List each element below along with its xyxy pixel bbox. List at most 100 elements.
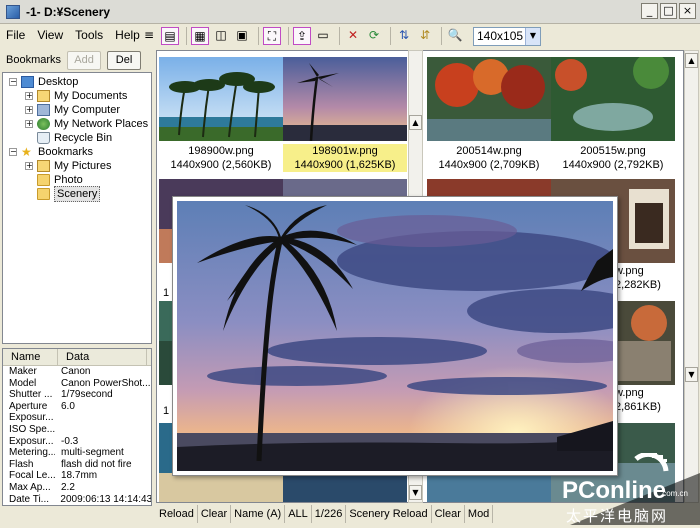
property-value: -0.3	[61, 435, 79, 447]
vertical-scrollbar-right[interactable]: ▲ ▼	[684, 50, 699, 503]
table-row: Max Ap... 2.2	[3, 482, 151, 494]
tree-item-my-computer[interactable]: + My Computer	[25, 103, 120, 117]
thumbnail-image[interactable]	[283, 475, 407, 503]
sort-order-icon[interactable]: ⇵	[416, 27, 434, 45]
table-row: Maker Canon	[3, 366, 151, 378]
status-sort-mode[interactable]: Name (A)	[231, 505, 286, 523]
sort-list-icon[interactable]: ≡	[140, 27, 158, 45]
preview-view-icon[interactable]: ▣	[233, 27, 251, 45]
table-row: Aperture 6.0	[3, 401, 151, 413]
tree-item-label: My Pictures	[54, 160, 112, 172]
thumbnail-image	[427, 57, 551, 141]
fullscreen-icon[interactable]: ⛶	[263, 27, 281, 45]
toolbar-separator	[390, 27, 391, 45]
status-folder-reload[interactable]: Scenery Reload	[346, 505, 432, 523]
expand-icon[interactable]: +	[25, 120, 33, 128]
chevron-down-icon[interactable]: ▼	[525, 27, 540, 45]
window-title: -1- D:¥Scenery	[26, 4, 111, 19]
star-icon: ★	[21, 145, 32, 159]
collapse-icon[interactable]: −	[9, 148, 17, 156]
expand-icon[interactable]: +	[25, 162, 33, 170]
property-value: 2.2	[61, 481, 75, 493]
bookmarks-toolbar: Bookmarks Add Del	[0, 48, 155, 72]
table-row: Exposur...	[3, 412, 151, 424]
status-reload-button[interactable]: Reload	[156, 505, 198, 523]
table-row: Shutter ... 1/79second	[3, 389, 151, 401]
property-value	[55, 424, 61, 436]
table-row: Model Canon PowerShot...	[3, 378, 151, 390]
thumbnail-image[interactable]	[427, 475, 551, 503]
exif-properties-list[interactable]: Name Data Maker Canon Model Canon PowerSho…	[2, 348, 152, 506]
tree-item-bookmarks[interactable]: − ★ Bookmarks	[9, 145, 93, 159]
details-view-icon[interactable]: ▤	[161, 27, 179, 45]
tree-item-network-places[interactable]: + My Network Places	[25, 117, 148, 131]
status-filter[interactable]: ALL	[285, 505, 312, 523]
monitor-icon[interactable]: ▭	[314, 27, 332, 45]
menu-bar: File View Tools Help	[0, 24, 150, 46]
property-value: 2009:06:13 14:14:43	[60, 493, 151, 505]
scroll-down-icon[interactable]: ▼	[409, 485, 422, 500]
tree-item-my-documents[interactable]: + My Documents	[25, 89, 127, 103]
tree-item-label: My Computer	[54, 104, 121, 116]
thumbnail-item[interactable]: 200514w.png 1440x900 (2,709KB)	[427, 57, 551, 172]
thumbnail-filename: w.png	[615, 265, 644, 277]
property-name: Focal Le...	[9, 470, 55, 482]
property-value: 6.0	[61, 400, 75, 412]
folder-tree[interactable]: − Desktop + My Documents + My Computer +…	[2, 72, 152, 344]
thumbnail-view-icon[interactable]: ▦	[191, 27, 209, 45]
tree-item-desktop[interactable]: − Desktop	[9, 75, 78, 89]
menu-view[interactable]: View	[31, 28, 69, 42]
folder-open-icon	[37, 188, 50, 200]
minimize-button[interactable]: _	[641, 3, 658, 19]
table-row: Flash flash did not fire	[3, 459, 151, 471]
split-view-icon[interactable]: ◫	[212, 27, 230, 45]
column-header-data[interactable]: Data	[58, 349, 147, 365]
delete-bookmark-button[interactable]: Del	[107, 50, 142, 70]
toolbar-separator	[339, 27, 340, 45]
expand-icon[interactable]: +	[25, 92, 33, 100]
collapse-icon[interactable]: −	[9, 78, 17, 86]
status-clear-button-2[interactable]: Clear	[432, 505, 465, 523]
thumbnail-filename: 200515w.png	[580, 145, 646, 157]
tree-item-label: Photo	[54, 174, 83, 186]
property-name: ISO Spe...	[9, 423, 55, 435]
thumbnail-item[interactable]: 200515w.png 1440x900 (2,792KB)	[551, 53, 675, 172]
tree-item-scenery[interactable]: Scenery	[37, 186, 101, 202]
delete-icon[interactable]: ✕	[344, 27, 362, 45]
menu-tools[interactable]: Tools	[69, 28, 109, 42]
folder-documents-icon	[37, 90, 50, 102]
status-clear-button[interactable]: Clear	[198, 505, 232, 523]
image-preview-popup[interactable]	[172, 196, 618, 476]
property-name: Exposur...	[9, 412, 54, 424]
property-value: Canon PowerShot...	[61, 377, 151, 389]
tree-item-my-pictures[interactable]: + My Pictures	[25, 159, 111, 173]
tree-item-label: Desktop	[38, 76, 79, 88]
tree-item-photo[interactable]: Photo	[37, 173, 83, 187]
scroll-up-icon[interactable]: ▲	[409, 115, 422, 130]
property-value: flash did not fire	[61, 458, 132, 470]
column-header-name[interactable]: Name	[3, 349, 58, 365]
tree-item-recycle-bin[interactable]: Recycle Bin	[37, 131, 112, 145]
status-position: 1/226	[312, 505, 347, 523]
scroll-up-icon[interactable]: ▲	[685, 53, 698, 68]
table-row: Date Ti... 2009:06:13 14:14:43	[3, 493, 151, 505]
close-button[interactable]: ×	[679, 3, 696, 19]
property-value: 1/79second	[61, 389, 113, 401]
refresh-icon[interactable]: ⟳	[365, 27, 383, 45]
zoom-icon[interactable]: 🔍	[446, 27, 464, 45]
maximize-button[interactable]: □	[660, 3, 677, 19]
thumbnail-item[interactable]: 198900w.png 1440x900 (2,560KB)	[159, 57, 283, 172]
thumbnail-item-selected[interactable]: 198901w.png 1440x900 (1,625KB)	[283, 57, 407, 172]
property-name: Max Ap...	[9, 481, 51, 493]
expand-icon[interactable]: +	[25, 106, 33, 114]
table-row: Metering... multi-segment	[3, 447, 151, 459]
upload-icon[interactable]: ⇪	[293, 27, 311, 45]
folder-pictures-icon	[37, 160, 50, 172]
scroll-down-icon[interactable]: ▼	[685, 367, 698, 382]
tree-item-label: Recycle Bin	[54, 132, 113, 144]
preview-image	[177, 201, 613, 471]
add-bookmark-button[interactable]: Add	[67, 50, 102, 70]
thumbnail-size-select[interactable]: 140x105 ▼	[473, 26, 541, 46]
menu-file[interactable]: File	[0, 28, 31, 42]
sort-name-icon[interactable]: ⇅	[395, 27, 413, 45]
